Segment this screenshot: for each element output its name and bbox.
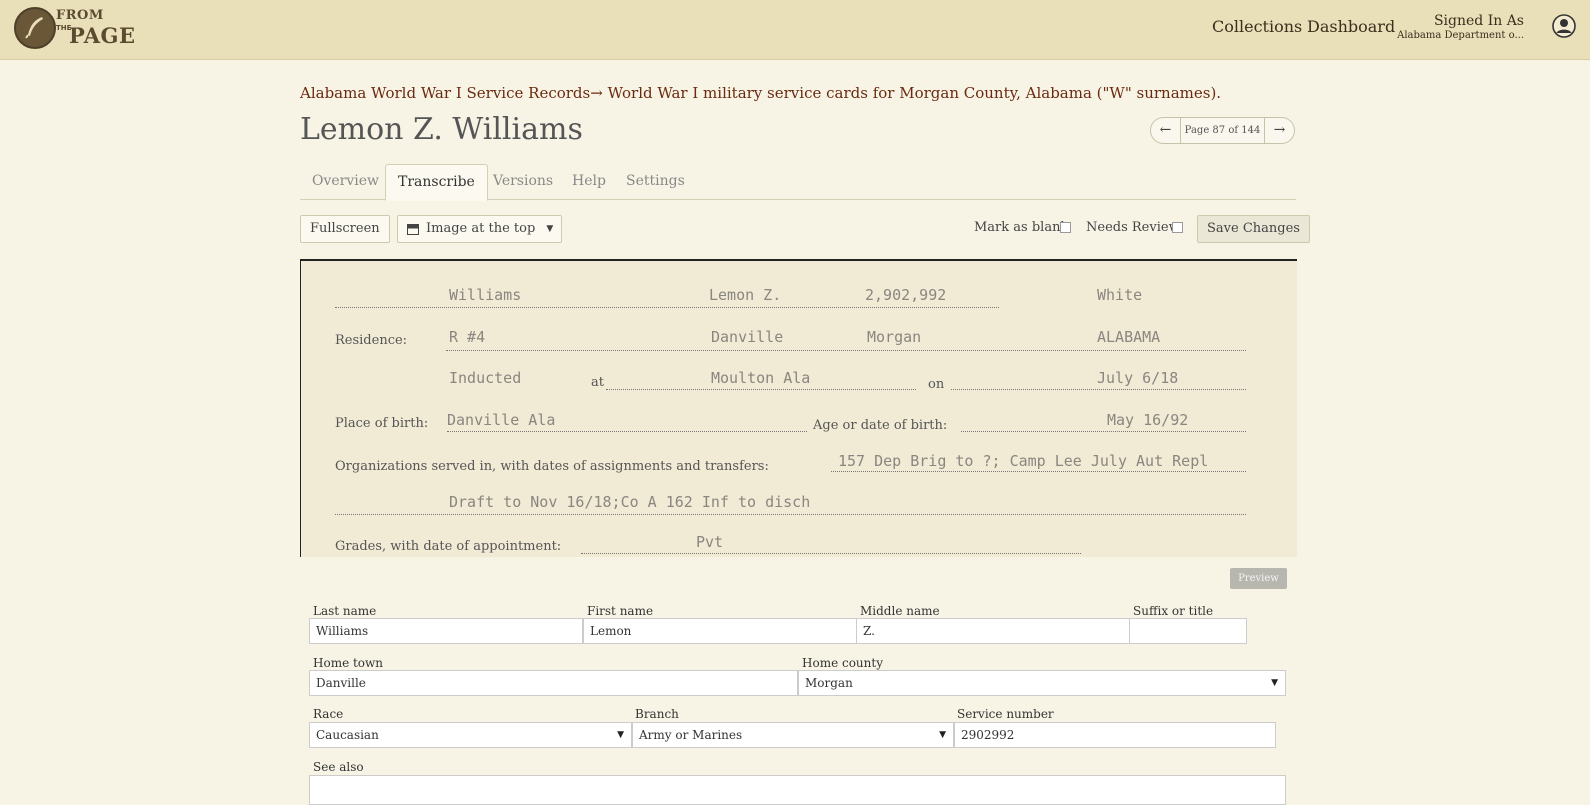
home-county-select[interactable]: Morgan ▼	[798, 670, 1286, 696]
tab-transcribe[interactable]: Transcribe	[385, 164, 488, 201]
doc-surname: Williams	[449, 286, 522, 304]
needs-review-checkbox[interactable]	[1172, 222, 1183, 233]
home-county-value: Morgan	[805, 676, 853, 690]
doc-rule	[831, 471, 1246, 472]
tab-versions[interactable]: Versions	[481, 164, 565, 198]
last-name-field[interactable]: Williams	[309, 618, 583, 644]
layout-select-value: Image at the top	[426, 221, 536, 236]
needs-review-label: Needs Review	[1086, 220, 1180, 235]
doc-rule	[581, 553, 1081, 554]
branch-value: Army or Marines	[639, 728, 743, 742]
doc-residence-town: Danville	[711, 328, 784, 346]
doc-age-label: Age or date of birth:	[813, 418, 948, 433]
page-title: Lemon Z. Williams	[300, 112, 583, 147]
doc-inducted-place: Moulton Ala	[711, 369, 811, 387]
breadcrumb-work-link[interactable]: World War I military service cards for M…	[608, 84, 1221, 102]
nav-collections-link[interactable]: Collections	[1212, 17, 1302, 36]
signed-in-user: Alabama Department o...	[1397, 30, 1524, 41]
tab-help[interactable]: Help	[560, 164, 618, 198]
fullscreen-button[interactable]: Fullscreen	[300, 215, 390, 243]
middle-name-field[interactable]: Z.	[856, 618, 1130, 644]
doc-inducted: Inducted	[449, 369, 522, 387]
logo-from-text: FROM	[56, 8, 104, 23]
top-navbar: FROM THE PAGE Collections Dashboard Sign…	[0, 0, 1590, 60]
breadcrumb-collection-link[interactable]: Alabama World War I Service Records	[300, 84, 590, 102]
last-name-label: Last name	[313, 604, 377, 618]
middle-name-label: Middle name	[860, 604, 940, 618]
doc-rule	[335, 514, 1246, 515]
tab-settings[interactable]: Settings	[614, 164, 697, 198]
home-county-label: Home county	[802, 656, 883, 670]
mark-blank-label: Mark as blank	[974, 220, 1069, 235]
doc-rule	[335, 307, 999, 308]
doc-given-name: Lemon Z.	[709, 286, 782, 304]
chevron-down-icon: ▼	[939, 730, 946, 740]
signed-in-label: Signed In As	[1433, 13, 1524, 29]
chevron-down-icon: ▼	[1271, 678, 1278, 688]
see-also-textarea[interactable]	[309, 775, 1286, 805]
quill-pen-icon	[14, 7, 56, 49]
chevron-down-icon: ▼	[546, 224, 554, 234]
page-tabs: Overview Transcribe Versions Help Settin…	[300, 164, 1296, 201]
tab-overview[interactable]: Overview	[300, 164, 391, 198]
first-name-label: First name	[587, 604, 654, 618]
doc-rule	[446, 350, 1246, 351]
nav-dashboard-link[interactable]: Dashboard	[1307, 17, 1395, 36]
doc-at-label: at	[591, 375, 604, 390]
breadcrumb-arrow: →	[590, 84, 603, 102]
next-page-button[interactable]: →	[1264, 118, 1294, 143]
fromthepage-logo[interactable]: FROM THE PAGE	[14, 6, 136, 52]
breadcrumb: Alabama World War I Service Records→ Wor…	[300, 84, 1221, 102]
branch-select[interactable]: Army or Marines ▼	[632, 722, 954, 748]
home-town-label: Home town	[313, 656, 384, 670]
doc-on-label: on	[928, 377, 945, 392]
doc-serial: 2,902,992	[865, 286, 947, 304]
doc-residence-address: R #4	[449, 328, 486, 346]
page-pager: ← Page 87 of 144 →	[1150, 117, 1295, 144]
doc-rule	[951, 389, 1246, 390]
doc-inducted-date: July 6/18	[1097, 369, 1179, 387]
doc-residence-label: Residence:	[335, 333, 408, 348]
doc-birth-place: Danville Ala	[447, 411, 556, 429]
mark-blank-checkbox[interactable]	[1060, 222, 1071, 233]
doc-rule	[961, 431, 1246, 432]
doc-birth-place-label: Place of birth:	[335, 416, 429, 431]
layout-select[interactable]: Image at the top ▼	[397, 215, 563, 243]
preview-button[interactable]: Preview	[1230, 568, 1287, 589]
race-select[interactable]: Caucasian ▼	[309, 722, 632, 748]
service-number-label: Service number	[957, 707, 1054, 721]
doc-organizations-line1: 157 Dep Brig to ?; Camp Lee July Aut Rep…	[838, 452, 1209, 470]
chevron-down-icon: ▼	[617, 730, 624, 740]
branch-label: Branch	[635, 707, 679, 721]
signed-in-menu[interactable]: Signed In As Alabama Department o...	[1397, 13, 1524, 41]
page-counter: Page 87 of 144	[1184, 125, 1261, 136]
previous-page-button[interactable]: ←	[1151, 118, 1181, 143]
doc-race: White	[1097, 286, 1143, 304]
service-number-field[interactable]: 2902992	[954, 722, 1276, 748]
doc-rule	[606, 389, 916, 390]
save-changes-button[interactable]: Save Changes	[1197, 215, 1310, 243]
see-also-label: See also	[313, 760, 364, 774]
doc-residence-county: Morgan	[867, 328, 922, 346]
doc-organizations-line2: Draft to Nov 16/18;Co A 162 Inf to disch	[449, 493, 811, 511]
doc-organizations-label: Organizations served in, with dates of a…	[335, 459, 769, 474]
race-label: Race	[313, 707, 344, 721]
home-town-field[interactable]: Danville	[309, 670, 798, 696]
layout-top-icon	[407, 224, 419, 235]
user-avatar-icon[interactable]	[1552, 14, 1576, 38]
suffix-label: Suffix or title	[1133, 604, 1214, 618]
logo-page-text: PAGE	[69, 23, 136, 48]
doc-residence-state: ALABAMA	[1097, 328, 1161, 346]
doc-rule	[447, 431, 807, 432]
race-value: Caucasian	[316, 728, 379, 742]
doc-birth-date: May 16/92	[1107, 411, 1189, 429]
suffix-field[interactable]	[1129, 618, 1247, 644]
doc-grade: Pvt	[696, 533, 724, 551]
first-name-field[interactable]: Lemon	[583, 618, 857, 644]
doc-grades-label: Grades, with date of appointment:	[335, 539, 562, 554]
document-image[interactable]: Williams Lemon Z. 2,902,992 White Reside…	[300, 259, 1297, 557]
